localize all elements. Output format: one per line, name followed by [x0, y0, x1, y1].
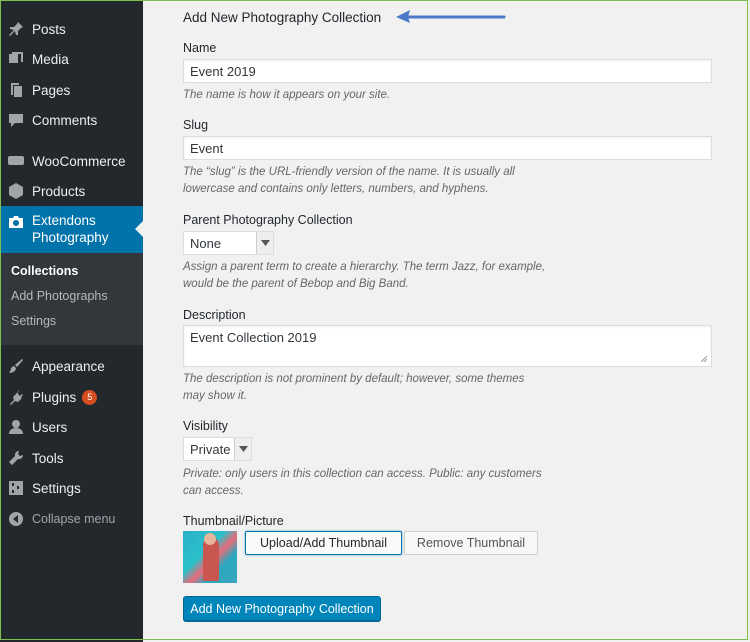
upload-thumbnail-button[interactable]: Upload/Add Thumbnail — [245, 531, 402, 555]
remove-thumbnail-button[interactable]: Remove Thumbnail — [404, 531, 538, 555]
sidebar-item-comments[interactable]: Comments — [0, 105, 143, 135]
resize-handle-icon[interactable] — [701, 356, 707, 362]
parent-label: Parent Photography Collection — [183, 213, 353, 227]
sidebar-item-label: Media — [32, 51, 69, 67]
add-new-collection-button[interactable]: Add New Photography Collection — [183, 596, 381, 621]
sidebar-item-extendons-photography[interactable]: Extendons Photography — [0, 206, 143, 253]
visibility-description: Private: only users in this collection c… — [183, 466, 603, 500]
media-icon — [7, 50, 25, 68]
visibility-select[interactable]: Private — [183, 437, 252, 461]
visibility-select-value: Private — [190, 441, 231, 457]
sidebar-item-plugins[interactable]: Plugins 5 — [0, 382, 143, 412]
description-textarea[interactable]: Event Collection 2019 — [183, 325, 712, 367]
name-input[interactable]: Event 2019 — [183, 59, 712, 83]
settings-icon — [7, 479, 25, 497]
collapse-icon — [7, 510, 25, 528]
slug-description-line: lowercase and contains only letters, num… — [183, 183, 489, 195]
admin-sidebar: Posts Media Pages Comments WooCommerce P… — [0, 0, 143, 642]
annotation-arrow-icon — [396, 10, 506, 23]
pin-icon — [7, 20, 25, 38]
pages-icon — [7, 81, 25, 99]
submenu-add-photographs[interactable]: Add Photographs — [11, 289, 108, 303]
name-description: The name is how it appears on your site. — [183, 89, 391, 101]
thumbnail-preview — [183, 531, 237, 583]
thumbnail-label: Thumbnail/Picture — [183, 514, 284, 528]
parent-select[interactable]: None — [183, 231, 274, 255]
sidebar-item-label: Posts — [32, 21, 66, 37]
parent-description: Assign a parent term to create a hierarc… — [183, 259, 603, 293]
parent-select-value: None — [190, 235, 222, 251]
submenu-settings[interactable]: Settings — [11, 314, 56, 328]
sidebar-item-label: Comments — [32, 112, 98, 128]
sidebar-item-settings[interactable]: Settings — [0, 473, 143, 503]
collapse-menu-button[interactable]: Collapse menu — [0, 504, 143, 534]
visibility-label: Visibility — [183, 419, 228, 433]
submenu: Collections Add Photographs Settings — [0, 253, 143, 345]
sidebar-item-label: Products — [32, 183, 86, 199]
parent-description-line: would be the parent of Bebop and Big Ban… — [183, 278, 409, 290]
chevron-down-icon — [256, 232, 273, 254]
wrench-icon — [7, 449, 25, 467]
description-value: Event Collection 2019 — [190, 330, 317, 345]
chevron-down-icon — [234, 438, 251, 460]
sidebar-item-woocommerce[interactable]: WooCommerce — [0, 146, 143, 176]
name-label: Name — [183, 41, 217, 55]
visibility-description-line: can access. — [183, 485, 244, 497]
comment-icon — [7, 111, 25, 129]
visibility-description-line: Private: only users in this collection c… — [183, 468, 542, 480]
box-icon — [7, 182, 25, 200]
user-icon — [7, 418, 25, 436]
submenu-collections[interactable]: Collections — [11, 264, 78, 278]
description-help: The description is not prominent by defa… — [183, 371, 563, 405]
sidebar-item-label: Extendons — [32, 213, 96, 228]
brush-icon — [7, 357, 25, 375]
sidebar-item-posts[interactable]: Posts — [0, 14, 143, 44]
description-help-line: The description is not prominent by defa… — [183, 373, 525, 385]
slug-label: Slug — [183, 118, 209, 132]
sidebar-item-pages[interactable]: Pages — [0, 75, 143, 105]
page-title: Add New Photography Collection — [183, 10, 382, 25]
woocommerce-icon — [7, 152, 25, 170]
slug-description: The “slug” is the URL-friendly version o… — [183, 164, 563, 198]
sidebar-item-appearance[interactable]: Appearance — [0, 351, 143, 381]
sidebar-item-label: Tools — [32, 450, 64, 466]
sidebar-item-label: Plugins — [32, 389, 77, 405]
slug-description-line: The “slug” is the URL-friendly version o… — [183, 166, 515, 178]
sidebar-item-tools[interactable]: Tools — [0, 443, 143, 473]
plug-icon — [7, 388, 25, 406]
sidebar-item-users[interactable]: Users — [0, 412, 143, 442]
sidebar-item-label: Pages — [32, 82, 71, 98]
sidebar-item-label: Settings — [32, 480, 81, 496]
sidebar-item-label: Photography — [32, 230, 109, 245]
description-label: Description — [183, 308, 246, 322]
description-help-line: may show it. — [183, 390, 247, 402]
sidebar-item-label: Users — [32, 419, 68, 435]
sidebar-item-products[interactable]: Products — [0, 176, 143, 206]
thumbnail-head — [204, 533, 216, 545]
sidebar-item-label: Appearance — [32, 358, 105, 374]
active-indicator — [135, 221, 143, 237]
sidebar-item-label: Collapse menu — [32, 512, 116, 526]
parent-description-line: Assign a parent term to create a hierarc… — [183, 261, 546, 273]
main-content: Add New Photography Collection Name Even… — [143, 0, 750, 642]
camera-icon — [7, 213, 25, 231]
sidebar-item-label: WooCommerce — [32, 153, 126, 169]
sidebar-item-media[interactable]: Media — [0, 44, 143, 74]
slug-input[interactable]: Event — [183, 136, 712, 160]
plugins-update-badge: 5 — [82, 389, 98, 405]
